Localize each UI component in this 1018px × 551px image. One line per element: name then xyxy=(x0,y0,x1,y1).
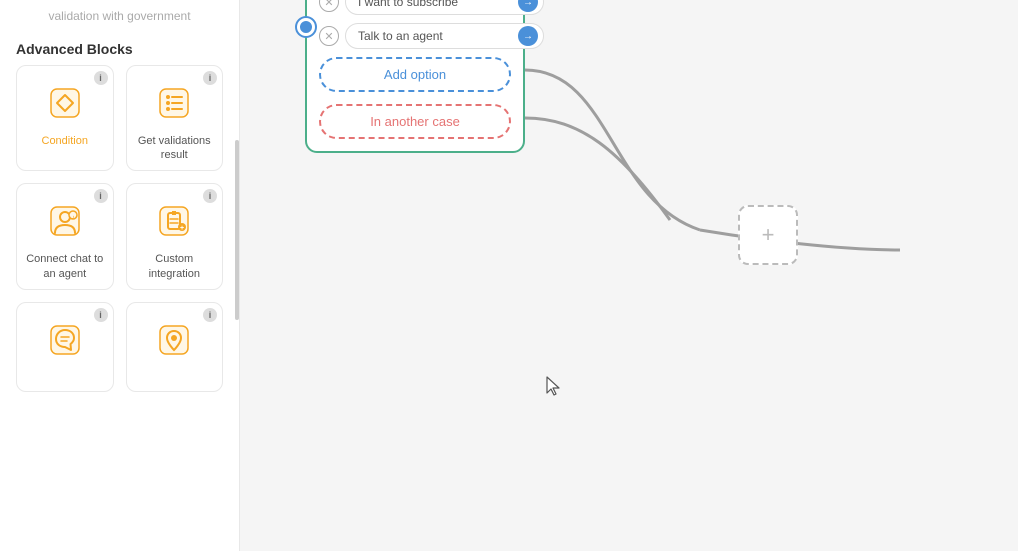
block-card-connect-chat[interactable]: i ♪ Connect chat to an agent xyxy=(16,183,114,290)
block-card-get-validations[interactable]: i Get validations result xyxy=(126,65,224,172)
info-badge-custom-integration: i xyxy=(203,189,217,203)
svg-text:+: + xyxy=(180,225,184,232)
mouse-cursor xyxy=(545,375,563,402)
custom-integration-icon: + xyxy=(156,203,192,239)
get-validations-label: Get validations result xyxy=(135,134,215,163)
blocks-grid: i Condition i xyxy=(0,65,239,404)
info-badge-5: i xyxy=(94,308,108,322)
block-card-condition[interactable]: i Condition xyxy=(16,65,114,172)
info-badge-connect-chat: i xyxy=(94,189,108,203)
connect-chat-icon-wrap: ♪ xyxy=(38,194,92,248)
close-icon-2: ✕ xyxy=(324,30,333,43)
block5-icon-wrap xyxy=(38,313,92,367)
plus-node[interactable]: + xyxy=(738,205,798,265)
sidebar-top-text: validation with government xyxy=(0,0,239,29)
option-row-1: ✕ → xyxy=(319,0,511,15)
option-row-2: ✕ → xyxy=(319,23,511,49)
canvas: ✕ → ✕ → Add option In another case + xyxy=(240,0,1018,551)
close-icon-1: ✕ xyxy=(324,0,333,9)
option-input-2[interactable] xyxy=(345,23,544,49)
get-validations-icon-wrap xyxy=(147,76,201,130)
flow-card: ✕ → ✕ → Add option In another case xyxy=(305,0,525,153)
info-badge-condition: i xyxy=(94,71,108,85)
block6-icon-wrap xyxy=(147,313,201,367)
info-badge-get-validations: i xyxy=(203,71,217,85)
option-input-1[interactable] xyxy=(345,0,544,15)
location-icon xyxy=(156,322,192,358)
connect-chat-label: Connect chat to an agent xyxy=(25,252,105,281)
sidebar-scrollbar[interactable] xyxy=(235,0,239,551)
advanced-blocks-heading: Advanced Blocks xyxy=(0,29,239,65)
custom-integration-icon-wrap: + xyxy=(147,194,201,248)
start-connector-dot xyxy=(297,18,315,36)
openai-icon xyxy=(47,322,83,358)
condition-icon xyxy=(47,85,83,121)
svg-text:♪: ♪ xyxy=(71,215,74,221)
option-arrow-2[interactable]: → xyxy=(518,26,538,46)
condition-icon-wrap xyxy=(38,76,92,130)
info-badge-6: i xyxy=(203,308,217,322)
in-another-case-button[interactable]: In another case xyxy=(319,104,511,139)
block-card-6[interactable]: i xyxy=(126,302,224,392)
add-option-button[interactable]: Add option xyxy=(319,57,511,92)
block-card-custom-integration[interactable]: i + Custom integration xyxy=(126,183,224,290)
custom-integration-label: Custom integration xyxy=(135,252,215,281)
block-card-5[interactable]: i xyxy=(16,302,114,392)
connect-chat-icon: ♪ xyxy=(47,203,83,239)
condition-label: Condition xyxy=(42,134,88,148)
cursor-icon xyxy=(545,375,563,397)
option-close-1[interactable]: ✕ xyxy=(319,0,339,12)
get-validations-icon xyxy=(156,85,192,121)
option-close-2[interactable]: ✕ xyxy=(319,26,339,46)
sidebar: validation with government Advanced Bloc… xyxy=(0,0,240,551)
